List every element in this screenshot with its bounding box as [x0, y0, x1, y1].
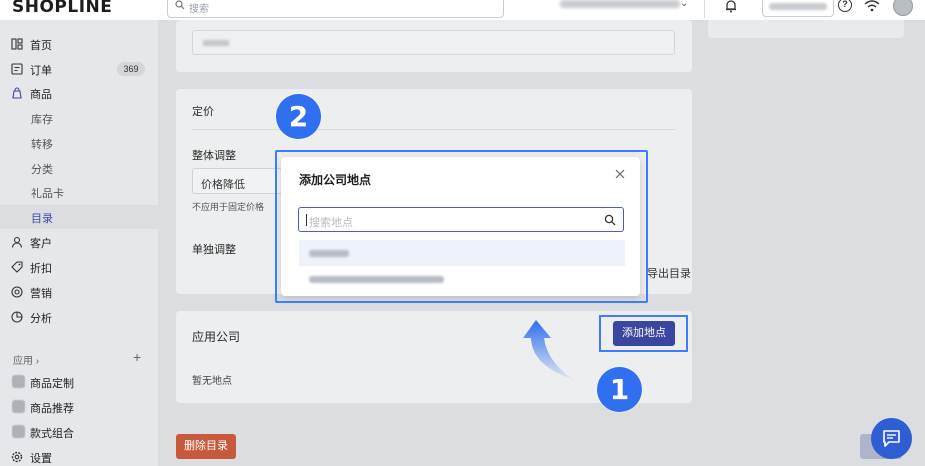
- pricing-title: 定价: [192, 106, 214, 118]
- sidebar-item-label: 商品: [30, 89, 52, 101]
- add-app-icon[interactable]: +: [133, 349, 141, 365]
- up-arrow-icon: [523, 320, 574, 380]
- chat-button[interactable]: [871, 418, 912, 459]
- customer-icon: [11, 236, 23, 248]
- app-icon: [12, 425, 25, 438]
- sidebar-item-label: 款式组合: [30, 428, 74, 440]
- sidebar-item-discounts[interactable]: 折扣: [0, 255, 158, 279]
- sidebar-item-label: 订单: [30, 65, 52, 77]
- gear-icon: [11, 451, 23, 463]
- store-switcher[interactable]: [560, 0, 680, 8]
- export-catalog-link[interactable]: 导出目录: [647, 265, 691, 281]
- sidebar-item-inventory[interactable]: 库存: [0, 106, 158, 130]
- catalog-info-card: [176, 20, 692, 72]
- sidebar-item-label: 分析: [30, 313, 52, 325]
- sidebar-item-catalogs[interactable]: 目录: [0, 205, 158, 229]
- price-adjust-select[interactable]: 价格降低: [192, 168, 282, 194]
- sidebar-item-label: 分类: [31, 164, 53, 176]
- single-adjust-label: 单独调整: [192, 244, 236, 256]
- sidebar: 首页 订单 369 商品 库存 转移 分类 礼品卡 目录 客户 折扣 营销 分析…: [0, 20, 158, 466]
- app-icon: [12, 400, 25, 413]
- sidebar-app-bundles[interactable]: 款式组合: [0, 420, 158, 444]
- sidebar-app-customization[interactable]: 商品定制: [0, 370, 158, 394]
- overall-adjust-label: 整体调整: [192, 150, 236, 162]
- company-title: 应用公司: [192, 330, 241, 344]
- delete-catalog-button[interactable]: 删除目录: [176, 434, 236, 459]
- home-icon: [11, 38, 23, 50]
- analytics-icon: [11, 311, 23, 323]
- sidebar-item-transfers[interactable]: 转移: [0, 131, 158, 155]
- select-value: 价格降低: [201, 179, 245, 191]
- wifi-icon[interactable]: [864, 0, 880, 13]
- sidebar-item-label: 设置: [30, 453, 52, 465]
- step-1-badge: 1: [597, 367, 642, 412]
- sidebar-item-customers[interactable]: 客户: [0, 230, 158, 254]
- sidebar-app-recommendations[interactable]: 商品推荐: [0, 395, 158, 419]
- top-bar: SHOPLINE 搜索 ⌄ ?: [0, 0, 925, 20]
- sidebar-item-label: 商品推荐: [30, 403, 74, 415]
- highlight-box-step2: [275, 150, 648, 303]
- app-icon: [12, 375, 25, 388]
- sidebar-item-label: 营销: [30, 288, 52, 300]
- sidebar-item-label: 库存: [31, 114, 53, 126]
- product-icon: [12, 87, 22, 99]
- catalog-name-field[interactable]: [192, 30, 675, 55]
- sidebar-item-label: 目录: [31, 213, 53, 225]
- shopline-logo[interactable]: SHOPLINE: [12, 0, 112, 17]
- step-2-badge: 2: [276, 94, 321, 139]
- global-search-input[interactable]: 搜索: [167, 0, 504, 18]
- search-placeholder: 搜索: [189, 4, 209, 15]
- sidebar-item-label: 首页: [30, 40, 52, 52]
- sidebar-item-settings[interactable]: 设置: [0, 445, 158, 466]
- search-icon: [175, 0, 185, 10]
- sidebar-item-label: 礼品卡: [31, 188, 64, 200]
- marketing-icon: [11, 286, 23, 298]
- order-icon: [11, 63, 23, 75]
- divider: [704, 0, 705, 18]
- sidebar-item-marketing[interactable]: 营销: [0, 280, 158, 304]
- highlight-box-step1: [599, 315, 688, 352]
- sidebar-item-categories[interactable]: 分类: [0, 156, 158, 180]
- sidebar-item-label: 客户: [30, 238, 52, 250]
- sidebar-item-label: 折扣: [30, 263, 52, 275]
- empty-locations: 暂无地点: [192, 376, 232, 387]
- fixed-price-note: 不应用于固定价格: [192, 202, 265, 212]
- tag-icon: [11, 261, 23, 273]
- sidebar-item-label: 商品定制: [30, 378, 74, 390]
- order-count-badge: 369: [117, 62, 145, 76]
- sidebar-item-orders[interactable]: 订单 369: [0, 57, 158, 81]
- avatar[interactable]: [893, 0, 913, 16]
- help-icon[interactable]: ?: [838, 0, 852, 12]
- sidebar-item-gift-cards[interactable]: 礼品卡: [0, 180, 158, 204]
- sidebar-item-analytics[interactable]: 分析: [0, 305, 158, 329]
- apps-header[interactable]: 应用 ›: [13, 352, 39, 367]
- chevron-down-icon[interactable]: ⌄: [680, 0, 688, 9]
- account-selector[interactable]: [762, 0, 834, 17]
- right-panel: [708, 20, 904, 38]
- chat-icon: [883, 430, 900, 447]
- sidebar-item-products[interactable]: 商品: [0, 81, 158, 105]
- sidebar-item-home[interactable]: 首页: [0, 32, 158, 56]
- sidebar-item-label: 转移: [31, 139, 53, 151]
- divider: [192, 129, 676, 130]
- bell-icon[interactable]: [724, 0, 738, 13]
